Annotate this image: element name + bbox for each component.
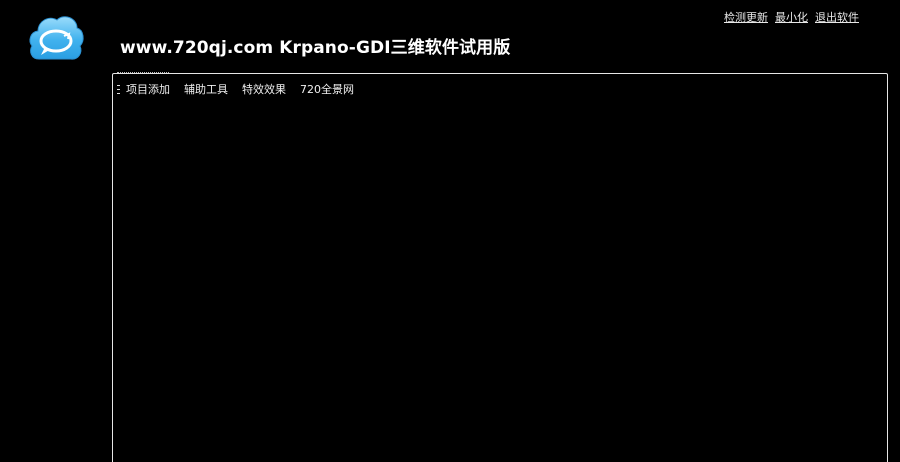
menu-item-project-add[interactable]: 项目添加 (126, 81, 170, 97)
minimize-link[interactable]: 最小化 (775, 9, 808, 25)
exit-link[interactable]: 退出软件 (815, 9, 859, 25)
menu-item-effects[interactable]: 特效效果 (242, 81, 286, 97)
toolbar-grip-icon[interactable] (117, 84, 120, 94)
menu-item-tools[interactable]: 辅助工具 (184, 81, 228, 97)
app-logo-icon (27, 11, 85, 69)
panel-dotted-divider (117, 72, 169, 73)
check-update-link[interactable]: 检测更新 (724, 9, 768, 25)
window-controls: 检测更新 最小化 退出软件 (724, 9, 859, 25)
menu-item-720qj[interactable]: 720全景网 (300, 81, 354, 97)
app-title: www.720qj.com Krpano-GDI三维软件试用版 (120, 38, 511, 58)
menu-bar: 项目添加 辅助工具 特效效果 720全景网 (117, 81, 368, 97)
main-panel: 项目添加 辅助工具 特效效果 720全景网 (112, 72, 888, 462)
app-window: www.720qj.com Krpano-GDI三维软件试用版 检测更新 最小化… (0, 0, 900, 462)
